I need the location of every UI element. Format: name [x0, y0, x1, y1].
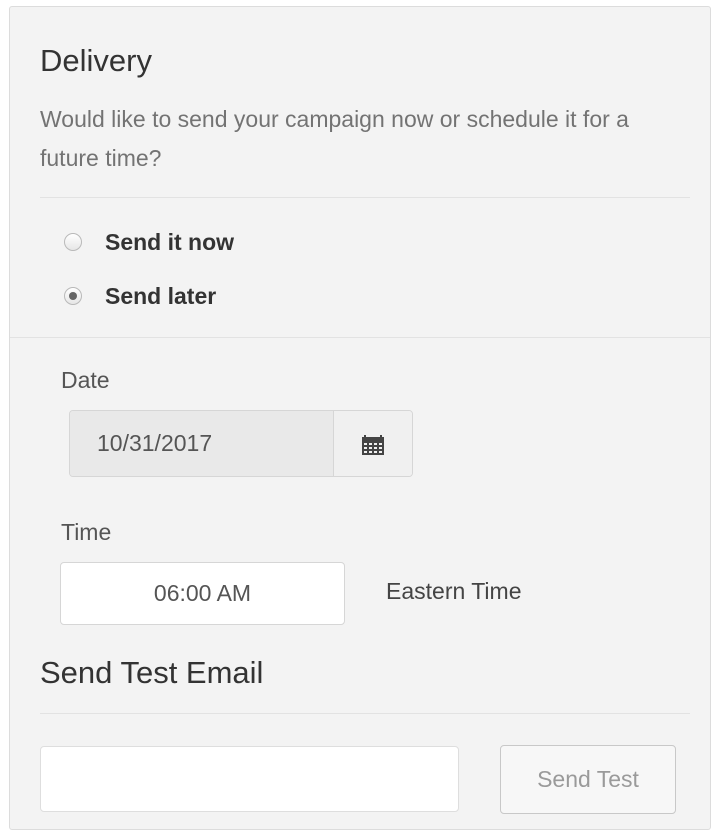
- send-test-button[interactable]: Send Test: [500, 745, 676, 814]
- radio-send-now-label: Send it now: [105, 228, 235, 255]
- time-label: Time: [61, 519, 112, 545]
- delivery-description: Would like to send your campaign now or …: [40, 106, 629, 171]
- radio-send-now-button[interactable]: [64, 233, 82, 251]
- delivery-panel: Delivery Would like to send your campaig…: [9, 6, 711, 830]
- divider-top: [40, 197, 690, 198]
- date-picker: [69, 410, 413, 477]
- delivery-title: Delivery: [40, 43, 152, 78]
- test-email-input[interactable]: [40, 746, 459, 812]
- radio-send-later-label: Send later: [105, 282, 217, 309]
- divider-bottom: [40, 713, 690, 714]
- calendar-icon: [362, 434, 384, 455]
- timezone-label: Eastern Time: [386, 578, 522, 604]
- radio-send-later-button[interactable]: [64, 287, 82, 305]
- radio-send-now[interactable]: Send it now: [64, 227, 234, 257]
- time-input[interactable]: [60, 562, 345, 625]
- divider-middle: [10, 337, 710, 338]
- calendar-button[interactable]: [334, 411, 412, 476]
- send-test-email-title: Send Test Email: [40, 655, 264, 690]
- radio-send-later[interactable]: Send later: [64, 281, 216, 311]
- date-label: Date: [61, 367, 110, 393]
- date-input[interactable]: [70, 411, 334, 476]
